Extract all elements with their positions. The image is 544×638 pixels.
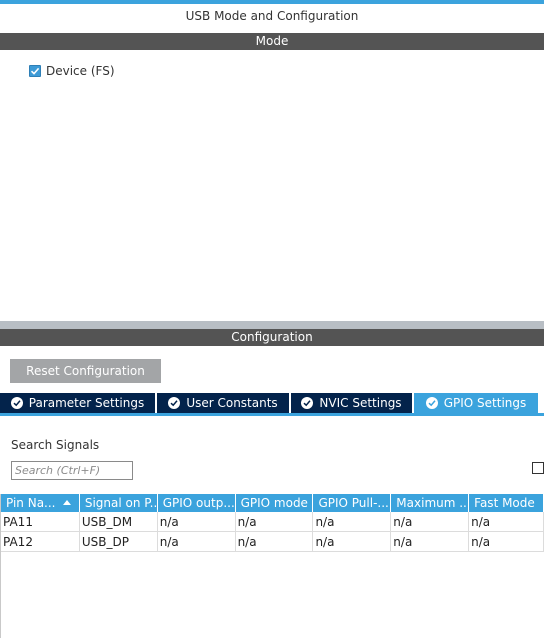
table-cell: n/a — [391, 532, 470, 551]
tab-gpio-settings[interactable]: GPIO Settings — [414, 393, 538, 413]
check-circle-icon — [425, 397, 438, 409]
table-cell: n/a — [236, 532, 314, 551]
device-fs-label: Device (FS) — [46, 64, 115, 78]
device-fs-checkbox[interactable] — [29, 65, 41, 77]
tabs-underline — [0, 413, 544, 416]
tab-label: User Constants — [186, 396, 278, 410]
table-row[interactable]: PA12 USB_DP n/a n/a n/a n/a n/a — [1, 532, 544, 552]
window-title: USB Mode and Configuration — [185, 9, 359, 23]
column-header-label: Pin Na... — [6, 496, 56, 510]
table-row[interactable]: PA11 USB_DM n/a n/a n/a n/a n/a — [1, 512, 544, 532]
column-header-gpio-mode[interactable]: GPIO mode — [236, 494, 314, 512]
tab-parameter-settings[interactable]: Parameter Settings — [0, 393, 157, 413]
check-circle-icon — [168, 397, 181, 409]
table-cell: n/a — [469, 512, 544, 531]
table-cell: n/a — [391, 512, 470, 531]
section-divider[interactable] — [0, 321, 544, 329]
tab-user-constants[interactable]: User Constants — [157, 393, 291, 413]
search-signals-input[interactable] — [11, 461, 133, 480]
column-header-gpio-pull[interactable]: GPIO Pull-... — [313, 494, 392, 512]
checkmark-icon — [30, 67, 40, 75]
show-only-modified-checkbox[interactable] — [532, 462, 544, 474]
table-cell: PA12 — [1, 532, 80, 551]
reset-configuration-button[interactable]: Reset Configuration — [10, 359, 161, 383]
table-cell: n/a — [313, 532, 392, 551]
table-cell: n/a — [236, 512, 314, 531]
table-cell: PA11 — [1, 512, 80, 531]
tab-label: NVIC Settings — [319, 396, 402, 410]
tab-label: Parameter Settings — [28, 396, 145, 410]
check-circle-icon — [301, 397, 314, 409]
device-fs-option[interactable]: Device (FS) — [29, 64, 115, 78]
column-header-maximum[interactable]: Maximum ... — [391, 494, 470, 512]
check-circle-icon — [10, 397, 23, 409]
config-tabs: Parameter Settings User Constants NVIC S… — [0, 393, 544, 413]
search-signals-label: Search Signals — [11, 438, 100, 452]
sort-ascending-icon — [62, 500, 71, 505]
gpio-table: Pin Na... Signal on P... GPIO outp... GP… — [0, 494, 544, 638]
column-header-fast-mode[interactable]: Fast Mode — [469, 494, 544, 512]
top-accent-bar — [0, 0, 544, 4]
table-cell: n/a — [158, 512, 236, 531]
table-cell: n/a — [158, 532, 236, 551]
table-cell: USB_DM — [80, 512, 158, 531]
column-header-pin-name[interactable]: Pin Na... — [1, 494, 80, 512]
table-cell: n/a — [469, 532, 544, 551]
configuration-section-header: Configuration — [0, 329, 544, 346]
table-cell: USB_DP — [80, 532, 158, 551]
table-cell: n/a — [313, 512, 392, 531]
tab-nvic-settings[interactable]: NVIC Settings — [291, 393, 414, 413]
column-header-signal[interactable]: Signal on P... — [80, 494, 158, 512]
column-header-gpio-output[interactable]: GPIO outp... — [158, 494, 236, 512]
table-header: Pin Na... Signal on P... GPIO outp... GP… — [1, 494, 544, 512]
tab-label: GPIO Settings — [443, 396, 527, 410]
mode-section-header: Mode — [0, 33, 544, 50]
